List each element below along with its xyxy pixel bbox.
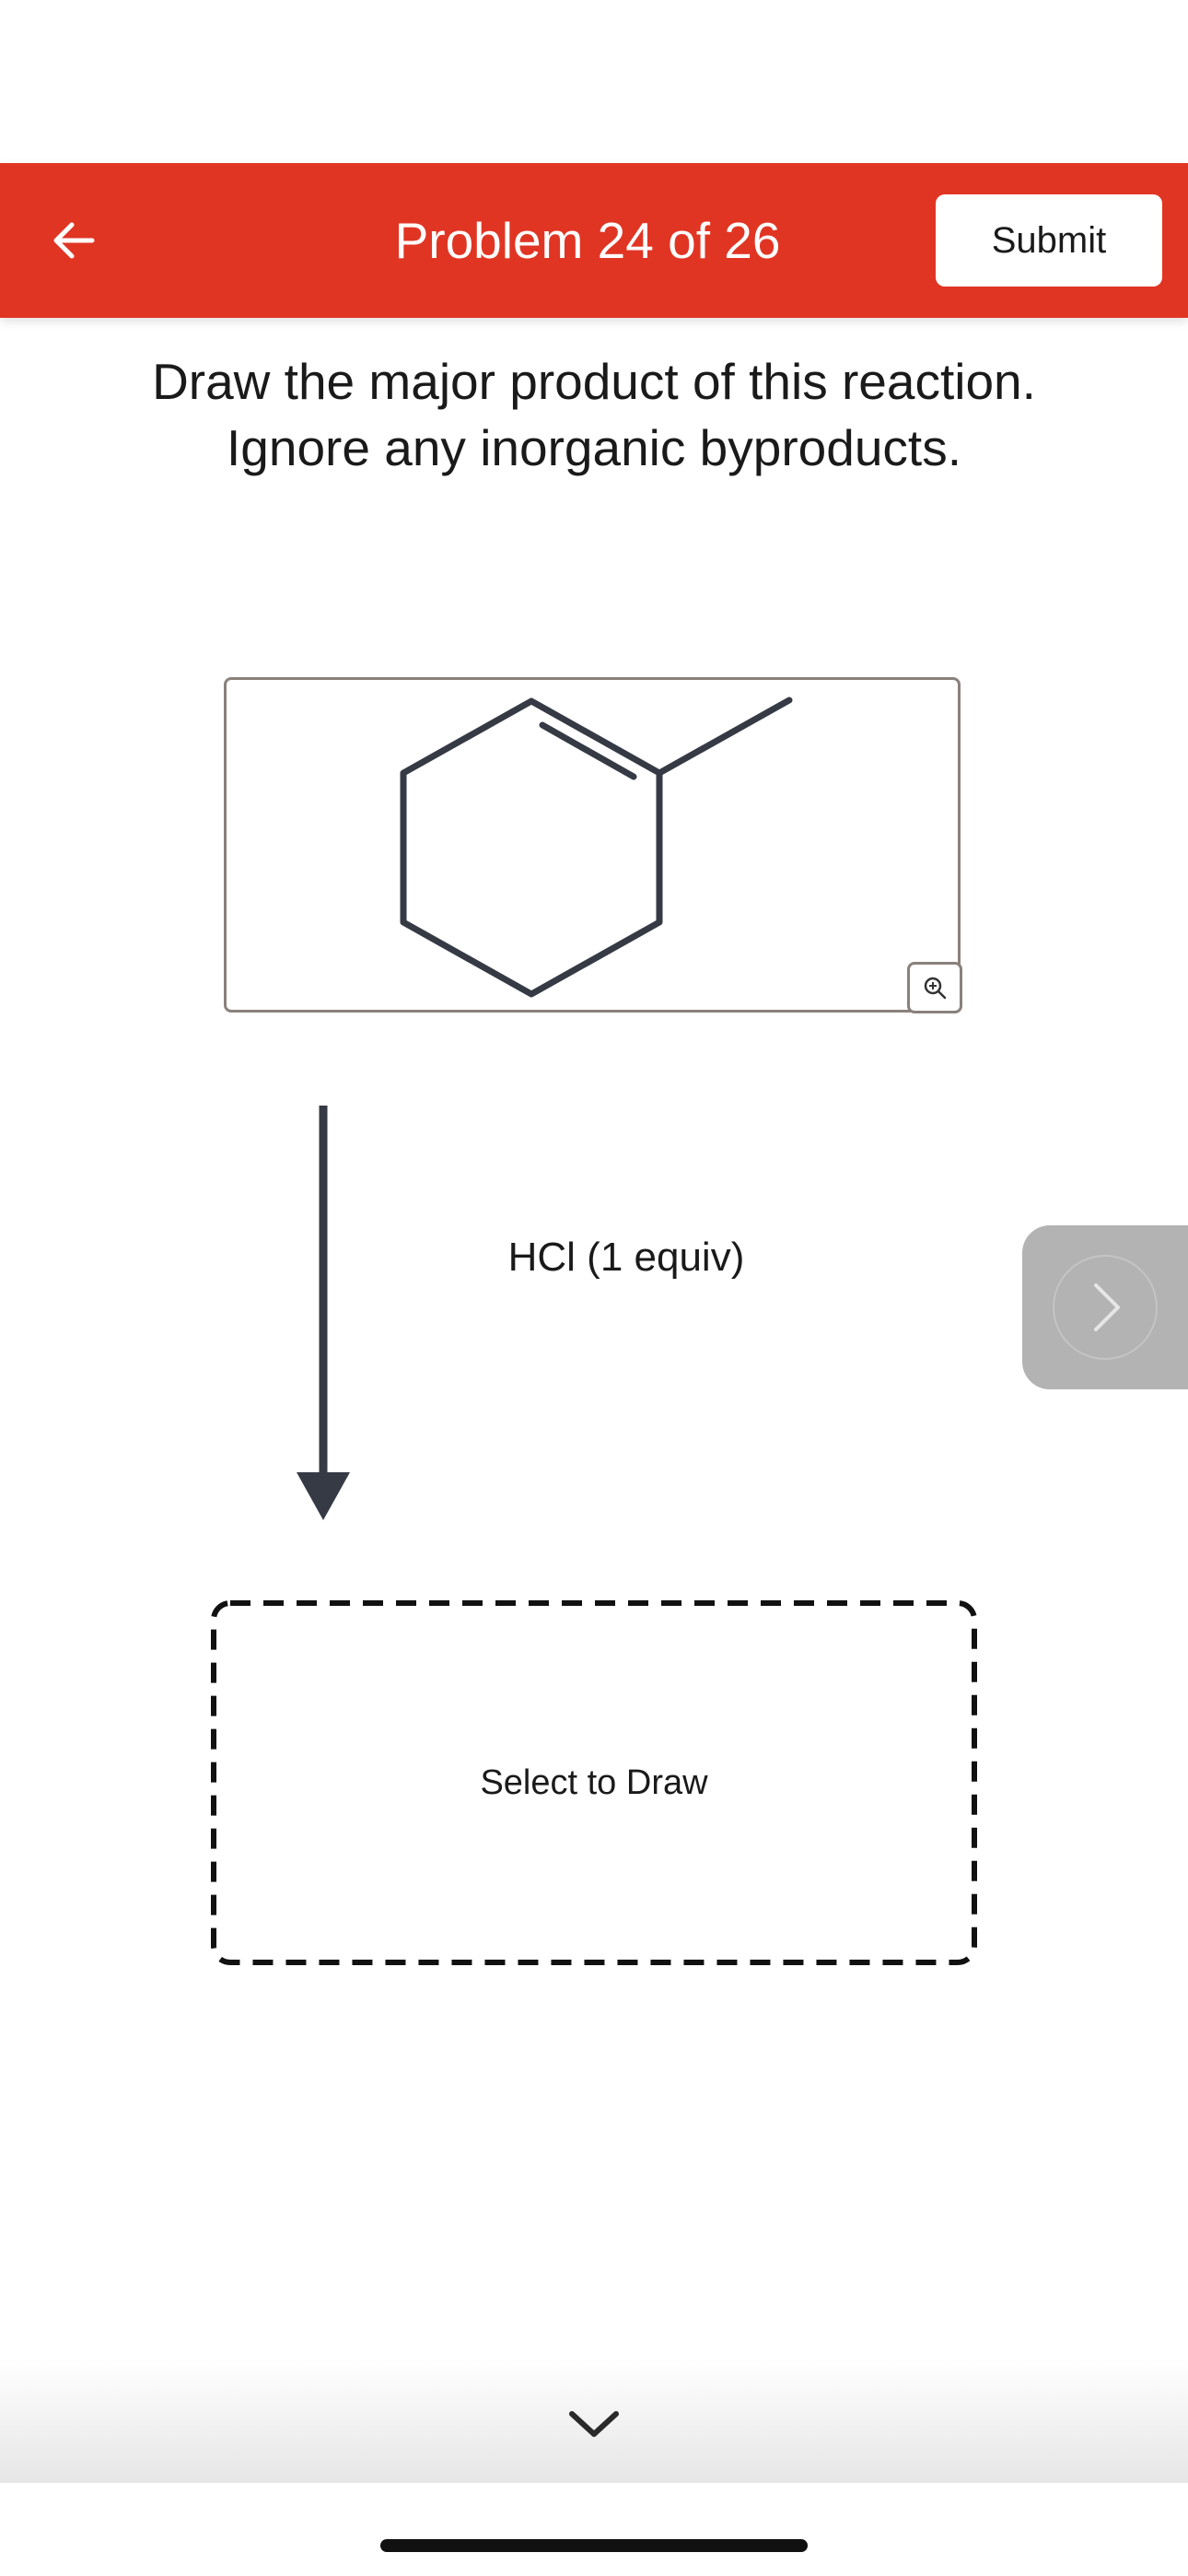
zoom-in-icon <box>924 977 947 1000</box>
chevron-down-icon <box>569 2411 619 2437</box>
reaction-arrow <box>297 1106 350 1520</box>
zoom-button[interactable] <box>907 962 962 1013</box>
reagent-label: HCl (1 equiv) <box>507 1235 745 1280</box>
home-indicator <box>380 2539 808 2552</box>
back-button[interactable] <box>37 204 111 277</box>
reactant-structure <box>400 697 793 998</box>
answer-drawing-area[interactable]: Select to Draw <box>211 1600 977 1965</box>
chevron-right-icon <box>1053 1255 1158 1360</box>
header-bar: Problem 24 of 26 Submit <box>0 163 1188 318</box>
reactant-structure-box[interactable] <box>224 677 961 1013</box>
question-prompt: Draw the major product of this reaction.… <box>0 348 1188 481</box>
question-line-1: Draw the major product of this reaction. <box>152 353 1036 410</box>
arrow-left-icon <box>53 222 95 259</box>
question-line-2: Ignore any inorganic byproducts. <box>227 419 961 476</box>
next-button[interactable] <box>1022 1225 1188 1389</box>
submit-button[interactable]: Submit <box>936 194 1162 287</box>
select-to-draw-label: Select to Draw <box>480 1762 708 1802</box>
expand-button[interactable] <box>557 2395 631 2451</box>
